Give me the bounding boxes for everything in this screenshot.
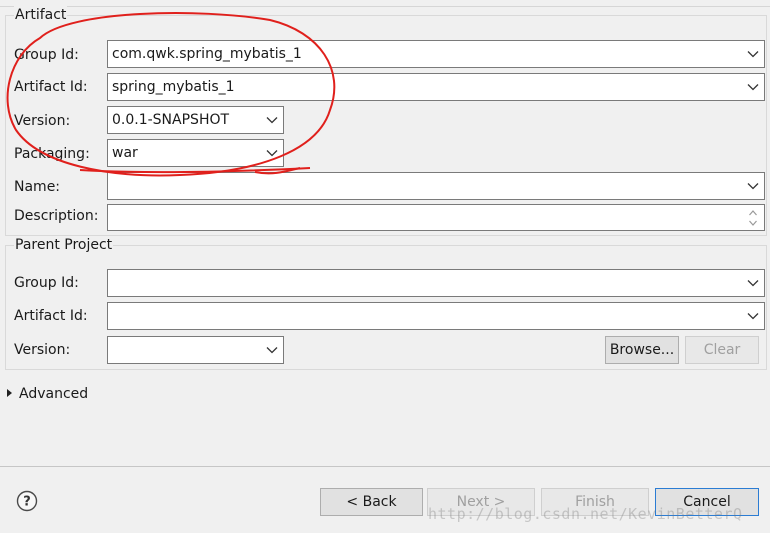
name-combo[interactable] bbox=[107, 172, 765, 200]
spinner-arrows-icon[interactable] bbox=[748, 208, 758, 228]
group-id-combo[interactable]: com.qwk.spring_mybatis_1 bbox=[107, 40, 765, 68]
parent-artifact-id-combo[interactable] bbox=[107, 302, 765, 330]
description-field[interactable] bbox=[107, 204, 765, 231]
version-label: Version: bbox=[14, 113, 71, 129]
version-value: 0.0.1-SNAPSHOT bbox=[112, 112, 230, 128]
group-id-value: com.qwk.spring_mybatis_1 bbox=[112, 46, 302, 62]
browse-button[interactable]: Browse... bbox=[605, 336, 679, 364]
artifact-group: Artifact Group Id: com.qwk.spring_mybati… bbox=[5, 6, 767, 236]
watermark-text: http://blog.csdn.net/KevinBetterQ bbox=[428, 505, 743, 523]
parent-artifact-id-label: Artifact Id: bbox=[14, 308, 88, 324]
clear-button[interactable]: Clear bbox=[685, 336, 759, 364]
footer-divider bbox=[0, 466, 770, 467]
advanced-toggle[interactable]: Advanced bbox=[7, 385, 88, 403]
chevron-down-icon[interactable] bbox=[266, 149, 278, 157]
advanced-label: Advanced bbox=[19, 386, 89, 402]
chevron-down-icon[interactable] bbox=[747, 50, 759, 58]
back-button[interactable]: < Back bbox=[320, 488, 423, 516]
version-combo[interactable]: 0.0.1-SNAPSHOT bbox=[107, 106, 284, 134]
chevron-down-icon[interactable] bbox=[266, 116, 278, 124]
parent-version-label: Version: bbox=[14, 342, 71, 358]
expand-triangle-icon bbox=[7, 389, 12, 397]
description-label: Description: bbox=[14, 208, 99, 224]
question-circle-icon[interactable]: ? bbox=[16, 490, 38, 512]
artifact-id-label: Artifact Id: bbox=[14, 79, 88, 95]
name-label: Name: bbox=[14, 179, 61, 195]
parent-group-id-label: Group Id: bbox=[14, 275, 79, 291]
chevron-down-icon[interactable] bbox=[266, 346, 278, 354]
parent-version-combo[interactable] bbox=[107, 336, 284, 364]
group-id-label: Group Id: bbox=[14, 47, 79, 63]
packaging-label: Packaging: bbox=[14, 146, 90, 162]
packaging-combo[interactable]: war bbox=[107, 139, 284, 167]
artifact-id-value: spring_mybatis_1 bbox=[112, 79, 235, 95]
artifact-id-combo[interactable]: spring_mybatis_1 bbox=[107, 73, 765, 101]
parent-project-legend: Parent Project bbox=[14, 236, 114, 254]
chevron-down-icon[interactable] bbox=[747, 182, 759, 190]
svg-text:?: ? bbox=[23, 495, 31, 510]
artifact-legend: Artifact bbox=[14, 6, 68, 24]
parent-group-id-combo[interactable] bbox=[107, 269, 765, 297]
packaging-value: war bbox=[112, 145, 138, 161]
parent-project-group: Parent Project Group Id: Artifact Id: Ve… bbox=[5, 236, 767, 370]
chevron-down-icon[interactable] bbox=[747, 279, 759, 287]
top-divider bbox=[0, 6, 770, 7]
chevron-down-icon[interactable] bbox=[747, 312, 759, 320]
chevron-down-icon[interactable] bbox=[747, 83, 759, 91]
